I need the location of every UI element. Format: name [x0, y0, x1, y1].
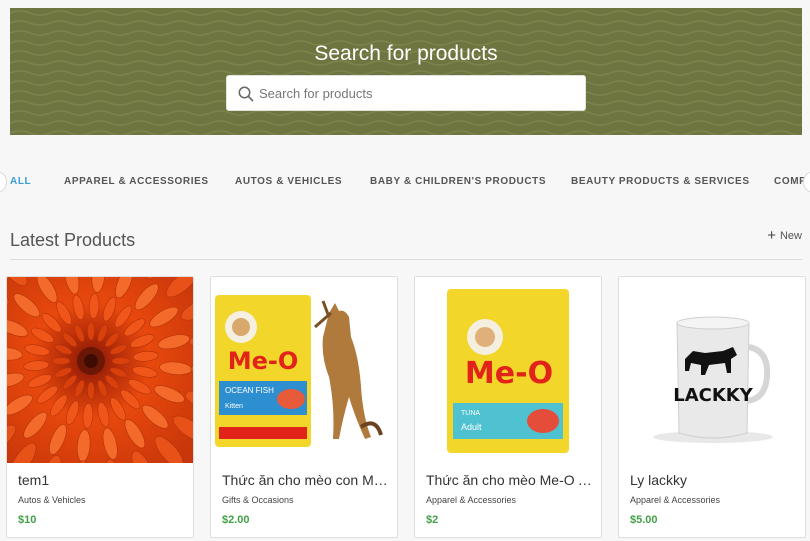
hero-banner: Search for products [10, 8, 802, 135]
product-name: Thức ăn cho mèo con Me-O Kitten [222, 472, 388, 488]
product-category: Apparel & Accessories [426, 495, 517, 505]
product-price: $2.00 [222, 514, 250, 526]
svg-text:LACKKY: LACKKY [673, 385, 754, 406]
plus-icon: + [767, 227, 776, 244]
svg-text:TUNA: TUNA [461, 410, 480, 417]
section-title: Latest Products [10, 230, 136, 250]
product-image-cat-food-adult: Me-O TUNA Adult [415, 277, 601, 463]
product-name: Ly lackky [630, 472, 688, 488]
new-product-button[interactable]: + New [767, 227, 802, 244]
tab-beauty-products-services[interactable]: BEAUTY PRODUCTS & SERVICES [571, 176, 750, 187]
flower-petal [51, 357, 71, 365]
product-category: Autos & Vehicles [18, 495, 86, 505]
search-input[interactable] [259, 76, 579, 110]
flower-petal [111, 357, 131, 365]
tab-baby-childrens-products[interactable]: BABY & CHILDREN'S PRODUCTS [370, 176, 546, 187]
tab-autos-vehicles[interactable]: AUTOS & VEHICLES [235, 176, 342, 187]
search-box[interactable] [226, 75, 586, 111]
product-name: Thức ăn cho mèo Me-O Adult [426, 472, 592, 488]
product-card[interactable]: Me-O TUNA Adult Thức ăn cho mèo Me-O Adu… [414, 276, 602, 538]
category-tabs: ALL APPAREL & ACCESSORIES AUTOS & VEHICL… [0, 168, 810, 196]
product-price: $5.00 [630, 514, 658, 526]
product-name: tem1 [18, 472, 50, 488]
product-card[interactable]: Me-O OCEAN FISH Kitten Thức ăn cho mèo c… [210, 276, 398, 538]
hero-title: Search for products [314, 42, 498, 65]
section-divider [10, 259, 802, 260]
product-price: $10 [18, 514, 37, 526]
product-price: $2 [426, 514, 439, 526]
product-card[interactable]: LACKKY Ly lackky Apparel & Accessories $… [618, 276, 806, 538]
svg-text:OCEAN FISH: OCEAN FISH [225, 386, 274, 395]
tab-all[interactable]: ALL [10, 176, 31, 187]
product-image-cat-food-kitten: Me-O OCEAN FISH Kitten [211, 277, 397, 463]
new-button-label: New [779, 230, 802, 242]
product-card[interactable]: tem1 Autos & Vehicles $10 [6, 276, 194, 538]
tab-apparel-accessories[interactable]: APPAREL & ACCESSORIES [64, 176, 209, 187]
search-icon [238, 86, 254, 102]
product-image-lackky-mug: LACKKY [619, 277, 805, 463]
svg-text:Me-O: Me-O [465, 356, 553, 391]
product-category: Apparel & Accessories [630, 495, 721, 505]
svg-text:Adult: Adult [461, 422, 482, 432]
wave-pattern [10, 8, 802, 135]
product-image-orange-flower [7, 277, 193, 463]
product-category: Gifts & Occasions [222, 495, 294, 505]
tab-comp[interactable]: COMP [774, 176, 806, 187]
svg-text:Me-O: Me-O [228, 347, 299, 375]
flower-petal [87, 381, 95, 401]
svg-text:Kitten: Kitten [225, 403, 243, 410]
flower-petal [87, 321, 95, 341]
